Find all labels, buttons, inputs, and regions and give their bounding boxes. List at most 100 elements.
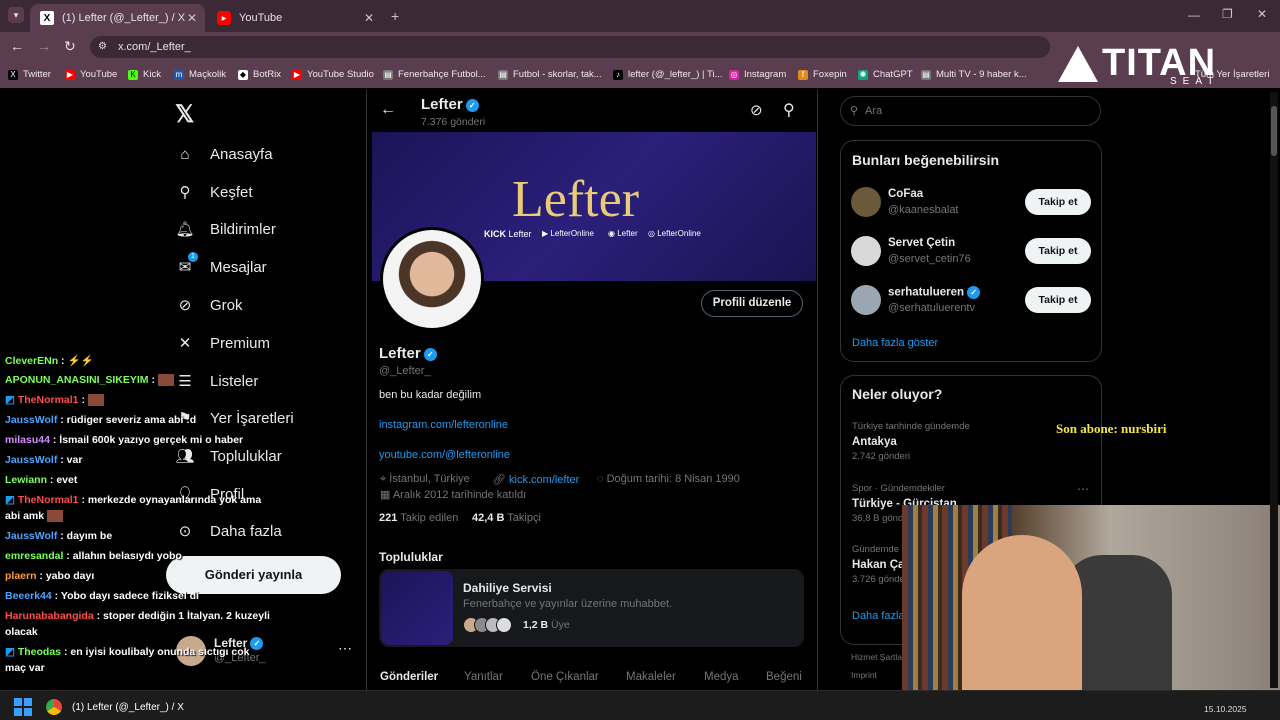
suggestion-row[interactable]: Servet Çetin @servet_cetin76 Takip et <box>841 234 1103 274</box>
foxepin-icon: f <box>798 69 808 80</box>
suggestion-handle: @kaanesbalat <box>888 204 959 216</box>
bookmark-item[interactable]: ▤ Multi TV - 9 haber k... <box>921 69 1027 80</box>
chat-message: ◩ Theodas : en iyisi koulibaly onunda sı… <box>5 646 250 658</box>
youtube-link[interactable]: youtube.com/@lefteronline <box>379 449 510 461</box>
bookmark-item[interactable]: X Twitter <box>8 69 51 80</box>
tab-youtube[interactable]: ▶ YouTube ✕ <box>207 4 382 32</box>
search-icon: ⚲ <box>179 184 191 201</box>
page-icon: ▤ <box>498 69 508 80</box>
following-stat[interactable]: 221 Takip edilen <box>379 512 458 524</box>
tab-highlights[interactable]: Öne Çıkanlar <box>531 671 599 683</box>
bookmark-item[interactable]: ♪ lefter (@_lefter_) | Ti... <box>613 69 722 80</box>
banner-discord: ◉ Lefter <box>608 229 638 238</box>
footer-imprint[interactable]: Imprint <box>851 670 877 680</box>
follow-button[interactable]: Takip et <box>1025 189 1091 215</box>
minimize-icon[interactable]: — <box>1188 8 1200 22</box>
badge-icon: ◩ <box>5 646 18 658</box>
emote-icon <box>47 510 64 523</box>
suggestion-name: CoFaa <box>888 188 924 200</box>
profile-website[interactable]: 🔗︎ kick.com/lefter <box>492 473 579 486</box>
bookmark-item[interactable]: ◎ Instagram <box>729 69 786 80</box>
nav-home[interactable]: ⌂ Anasayfa <box>174 143 272 165</box>
chat-message: emresandal : allahın belasıydı yobo <box>5 550 182 562</box>
show-more-link[interactable]: Daha fazla göster <box>852 337 938 349</box>
site-info-icon[interactable]: ⚙ <box>98 36 107 58</box>
avatar <box>851 236 881 266</box>
who-to-follow-title: Bunları beğenebilirsin <box>852 152 1000 168</box>
reload-icon[interactable]: ↻ <box>64 38 76 55</box>
profile-avatar[interactable] <box>380 227 484 331</box>
chat-message: olacak <box>5 626 38 638</box>
chrome-taskbar-item[interactable]: (1) Lefter (@_Lefter_) / X <box>46 695 184 719</box>
back-arrow-icon[interactable]: ← <box>380 101 396 119</box>
messages-badge: 1 <box>188 252 198 262</box>
footer-terms[interactable]: Hizmet Şartları <box>851 652 907 662</box>
community-card[interactable]: Dahiliye Servisi Fenerbahçe ve yayınlar … <box>379 569 804 647</box>
more-dots-icon[interactable]: ⋯ <box>1077 482 1089 496</box>
profile-name: Lefter ✓ <box>379 345 437 362</box>
tab-likes[interactable]: Beğeni <box>766 671 802 683</box>
tab-list-icon[interactable]: ▾ <box>8 7 24 23</box>
page-icon: ▤ <box>383 69 393 80</box>
chatgpt-icon: ✺ <box>858 69 868 80</box>
avatar <box>851 187 881 217</box>
suggestion-row[interactable]: serhatulueren ✓ @serhatuluerentv Takip et <box>841 283 1103 323</box>
nav-messages[interactable]: ✉ 1 Mesajlar <box>174 252 267 278</box>
bookmark-item[interactable]: ✺ ChatGPT <box>858 69 913 80</box>
tab-x-profile[interactable]: X (1) Lefter (@_Lefter_) / X ✕ <box>30 4 205 32</box>
banner-title: Lefter <box>512 171 640 228</box>
bookmark-item[interactable]: ▤ Futbol - skorlar, tak... <box>498 69 602 80</box>
close-icon[interactable]: ✕ <box>187 11 197 25</box>
tab-posts[interactable]: Gönderiler <box>380 671 438 683</box>
chat-message: APONUN_ANASINI_SIKEYIM : <box>5 374 174 387</box>
bookmark-item[interactable]: f Foxepin <box>798 69 847 80</box>
grok-icon[interactable]: ⊘ <box>750 101 763 119</box>
windows-start-icon[interactable] <box>14 698 32 716</box>
search-icon[interactable]: ⚲ <box>783 100 795 120</box>
nav-grok[interactable]: ⊘ Grok <box>174 294 243 316</box>
edit-profile-button[interactable]: Profili düzenle <box>701 290 803 317</box>
trends-title: Neler oluyor? <box>852 386 943 402</box>
scrollbar[interactable] <box>1270 92 1278 688</box>
back-icon[interactable]: ← <box>10 38 24 54</box>
link-icon: 🔗︎ <box>492 474 510 486</box>
forward-icon[interactable]: → <box>37 38 51 54</box>
nav-explore[interactable]: ⚲ Keşfet <box>174 181 253 203</box>
tab-articles[interactable]: Makaleler <box>626 671 676 683</box>
url-bar[interactable]: ⚙ x.com/_Lefter_ <box>90 36 1050 58</box>
bookmark-item[interactable]: ▶ YouTube <box>65 69 117 80</box>
grok-icon: ⊘ <box>178 297 192 314</box>
chat-message: Lewiann : evet <box>5 474 78 486</box>
home-icon: ⌂ <box>180 145 190 163</box>
tab-replies[interactable]: Yanıtlar <box>464 671 503 683</box>
new-tab-icon[interactable]: + <box>391 8 399 24</box>
bookmark-item[interactable]: ◆ BotRix <box>238 69 281 80</box>
scrollbar-thumb[interactable] <box>1271 106 1277 156</box>
emote-icon <box>87 394 104 407</box>
bookmark-item[interactable]: m Maçkolik <box>174 69 226 80</box>
verified-icon: ✓ <box>967 286 981 299</box>
emote-icon <box>157 374 174 387</box>
bookmark-item[interactable]: ▶ YouTube Studio <box>292 69 374 80</box>
profile-bio: ben bu kadar değilim <box>379 389 482 401</box>
bookmark-item[interactable]: K Kick <box>128 69 161 80</box>
window-close-icon[interactable]: ✕ <box>1257 7 1267 21</box>
x-logo-icon[interactable]: 𝕏 <box>175 100 194 129</box>
titan-logo-icon <box>1058 46 1098 82</box>
emote-icon: ⚡⚡ <box>67 355 94 367</box>
chat-message: Beeerk44 : Yobo dayı sadece fiziksel di <box>5 590 199 602</box>
instagram-link[interactable]: instagram.com/lefteronline <box>379 419 508 431</box>
profile-header-name: Lefter ✓ <box>421 96 479 113</box>
trends-more-link[interactable]: Daha fazla <box>852 610 905 622</box>
followers-stat[interactable]: 42,4 B Takipçi <box>472 512 541 524</box>
search-input[interactable]: ⚲ Ara <box>840 96 1101 126</box>
avatar-photo <box>383 230 481 328</box>
nav-notifications[interactable]: 🔔︎ Bildirimler <box>174 218 275 240</box>
tab-media[interactable]: Medya <box>704 671 739 683</box>
close-icon[interactable]: ✕ <box>364 11 374 25</box>
bookmark-item[interactable]: ▤ Fenerbahçe Futbol... <box>383 69 486 80</box>
follow-button[interactable]: Takip et <box>1025 238 1091 264</box>
follow-button[interactable]: Takip et <box>1025 287 1091 313</box>
suggestion-row[interactable]: CoFaa @kaanesbalat Takip et <box>841 185 1103 225</box>
maximize-icon[interactable]: ❐ <box>1222 7 1233 21</box>
